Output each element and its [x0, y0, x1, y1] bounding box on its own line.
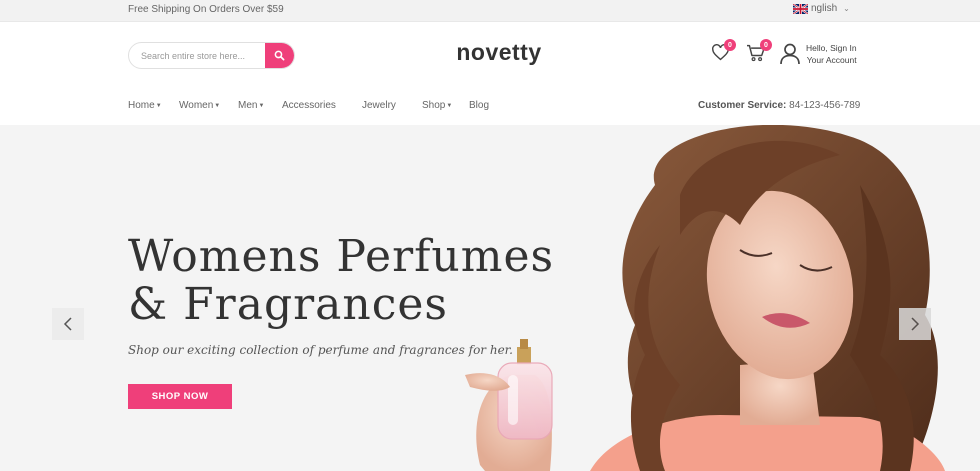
- wishlist-count-badge: 0: [724, 39, 736, 51]
- nav-item-accessories[interactable]: Accessories: [282, 100, 336, 111]
- nav-item-shop[interactable]: Shop▼: [422, 100, 452, 111]
- slider-next-button[interactable]: [899, 308, 931, 340]
- chevron-right-icon: [911, 317, 920, 331]
- chevron-left-icon: [63, 317, 72, 331]
- caret-down-icon: ▼: [258, 103, 265, 109]
- nav-item-women[interactable]: Women▼: [179, 100, 220, 111]
- language-label: nglish: [811, 3, 838, 14]
- account-text: Hello, Sign In Your Account: [806, 42, 857, 66]
- nav-item-men[interactable]: Men▼: [238, 100, 264, 111]
- account-greeting: Hello, Sign In: [806, 43, 857, 53]
- customer-service-phone[interactable]: 84-123-456-789: [789, 100, 860, 111]
- hero-slider: Womens Perfumes & Fragrances Shop our ex…: [0, 125, 980, 471]
- account-label: Your Account: [806, 55, 857, 65]
- customer-service-label: Customer Service:: [698, 100, 787, 111]
- main-nav: Home▼ Women▼ Men▼ Accessories Jewelry Sh…: [0, 88, 980, 125]
- nav-item-jewelry[interactable]: Jewelry: [362, 100, 396, 111]
- hero-subtitle: Shop our exciting collection of perfume …: [128, 343, 513, 357]
- nav-label: Accessories: [282, 100, 336, 111]
- site-header: novetty 0 0 Hello, Sign In Your Account: [0, 22, 980, 88]
- chevron-down-icon: ⌄: [843, 4, 850, 13]
- nav-label: Shop: [422, 100, 446, 111]
- uk-flag-icon: [793, 3, 808, 14]
- hero-title-line-2: & Fragrances: [128, 279, 448, 330]
- cart-button[interactable]: 0: [746, 39, 772, 67]
- wishlist-button[interactable]: 0: [711, 39, 736, 66]
- hero-title-line-1: Womens Perfumes: [128, 231, 555, 282]
- caret-down-icon: ▼: [446, 103, 453, 109]
- language-selector[interactable]: nglish ⌄: [793, 3, 850, 14]
- caret-down-icon: ▼: [214, 103, 221, 109]
- free-shipping-notice: Free Shipping On Orders Over $59: [128, 4, 284, 15]
- customer-service: Customer Service: 84-123-456-789: [698, 100, 860, 111]
- hero-title: Womens Perfumes & Fragrances: [128, 233, 554, 329]
- cart-count-badge: 0: [760, 39, 772, 51]
- nav-label: Men: [238, 100, 258, 111]
- slider-prev-button[interactable]: [52, 308, 84, 340]
- shop-now-button[interactable]: SHOP NOW: [128, 384, 232, 409]
- nav-label: Blog: [469, 100, 490, 111]
- top-bar: Free Shipping On Orders Over $59 nglish …: [0, 0, 980, 22]
- caret-down-icon: ▼: [155, 103, 162, 109]
- account-link[interactable]: Hello, Sign In Your Account: [780, 42, 857, 66]
- nav-item-blog[interactable]: Blog: [469, 100, 489, 111]
- nav-item-home[interactable]: Home▼: [128, 100, 162, 111]
- nav-label: Jewelry: [362, 100, 396, 111]
- user-icon: [780, 43, 800, 65]
- nav-label: Women: [179, 100, 214, 111]
- nav-label: Home: [128, 100, 155, 111]
